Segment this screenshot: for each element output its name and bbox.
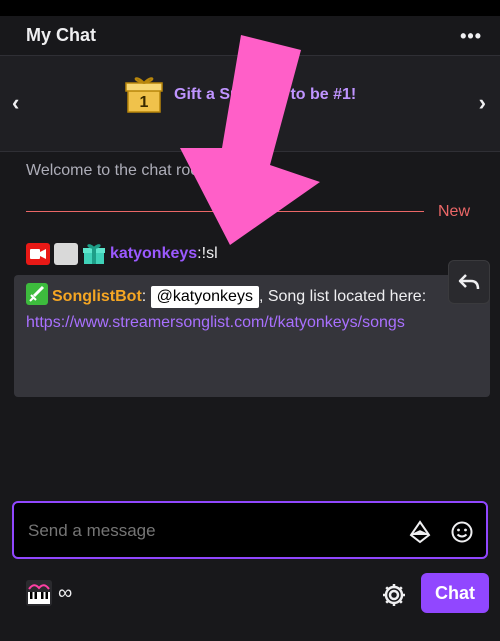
message-username[interactable]: katyonkeys	[110, 245, 197, 263]
chat-header: My Chat •••	[0, 16, 500, 56]
chevron-right-icon[interactable]: ›	[479, 90, 486, 116]
chat-title: My Chat	[26, 25, 97, 45]
message-username[interactable]: SonglistBot	[52, 288, 142, 305]
gift-sub-cta[interactable]: Gift a Sub now to be #1!	[174, 86, 356, 104]
songlist-link[interactable]: https://www.streamersonglist.com/t/katyo…	[26, 314, 405, 331]
more-icon[interactable]: •••	[460, 26, 482, 47]
gift-rank: 1	[140, 94, 149, 111]
top-strip	[0, 0, 500, 16]
message-text: !sl	[201, 245, 218, 262]
sword-badge-icon[interactable]	[26, 283, 48, 305]
message-text: , Song list located here:	[258, 288, 427, 305]
chat-message: katyonkeys : !sl	[26, 242, 218, 266]
highlighted-chat-message: SonglistBot: @katyonkeys, Song list loca…	[14, 275, 490, 397]
chat-footer: ∞ Chat	[0, 570, 500, 630]
chevron-left-icon[interactable]: ‹	[12, 90, 19, 116]
send-chat-button[interactable]: Chat	[421, 573, 489, 613]
welcome-message: Welcome to the chat room!	[26, 162, 217, 179]
chat-input-container[interactable]	[12, 501, 488, 559]
mention[interactable]: @katyonkeys	[150, 286, 259, 308]
emote-icon[interactable]	[450, 520, 474, 544]
gift-badge-icon[interactable]	[82, 243, 106, 265]
new-messages-label: New	[438, 203, 471, 220]
reply-icon	[458, 274, 480, 290]
channel-points-value: ∞	[58, 582, 73, 604]
grid-badge-icon[interactable]	[54, 243, 78, 265]
gift-icon: 1	[125, 77, 163, 113]
chat-window: My Chat ••• ‹ 1 Gift a Sub now to be #1!…	[0, 0, 500, 641]
reply-button[interactable]	[448, 260, 490, 304]
message-separator: :	[141, 288, 151, 305]
gift-sub-banner[interactable]: ‹ 1 Gift a Sub now to be #1! ›	[0, 56, 500, 152]
gear-icon[interactable]	[381, 582, 407, 608]
camera-badge-icon[interactable]	[26, 243, 50, 265]
chat-input[interactable]	[28, 521, 388, 541]
channel-points-icon[interactable]	[26, 580, 52, 606]
bits-icon[interactable]	[408, 520, 432, 544]
new-messages-divider	[26, 211, 424, 212]
